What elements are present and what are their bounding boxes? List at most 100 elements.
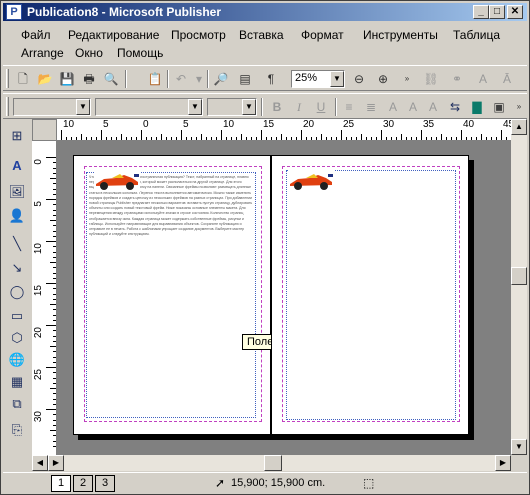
- form-control-icon[interactable]: ▦: [6, 371, 28, 393]
- open-icon[interactable]: 📂: [35, 69, 55, 89]
- menu-file[interactable]: Файл: [17, 26, 55, 44]
- autoshapes-icon[interactable]: ⬡: [6, 327, 28, 349]
- style-icon[interactable]: Ā: [497, 69, 517, 89]
- shadow-icon[interactable]: ▣: [489, 97, 509, 117]
- cursor-position-icon: ➚: [215, 476, 226, 490]
- picture-frame-icon[interactable]: 🖼: [6, 181, 28, 203]
- menu-window[interactable]: Окно: [71, 44, 107, 62]
- clip-art-icon[interactable]: 👤: [6, 205, 28, 227]
- toolbar-overflow-icon[interactable]: »: [397, 69, 417, 89]
- paste-icon[interactable]: 📋: [145, 69, 165, 89]
- bold-button[interactable]: B: [267, 97, 287, 117]
- rectangle-tool-icon[interactable]: ▭: [6, 305, 28, 327]
- text-frame[interactable]: [286, 170, 456, 420]
- line-tool-icon[interactable]: ╲: [6, 233, 28, 255]
- undo-dropdown-icon[interactable]: ▾: [189, 69, 209, 89]
- chevron-down-icon[interactable]: ▼: [242, 99, 256, 115]
- new-icon[interactable]: 🗋: [13, 69, 33, 89]
- italic-button[interactable]: I: [289, 97, 309, 117]
- menu-help[interactable]: Помощь: [113, 44, 167, 62]
- oval-tool-icon[interactable]: ◯: [6, 281, 28, 303]
- menu-edit[interactable]: Редактирование: [64, 26, 163, 44]
- align-left-icon[interactable]: ≡: [339, 97, 359, 117]
- arrow-tool-icon[interactable]: ↘: [6, 257, 28, 279]
- ruler-tick: [466, 137, 467, 140]
- zoom-in-icon[interactable]: ⊕: [373, 69, 393, 89]
- toolbar-grip[interactable]: [6, 69, 9, 88]
- print-icon[interactable]: 🖶: [79, 69, 99, 89]
- race-car-image[interactable]: [94, 170, 140, 192]
- formatting-marks-icon[interactable]: ▤: [235, 69, 255, 89]
- font-size-select[interactable]: ▼: [207, 98, 257, 116]
- ruler-tick: [50, 220, 56, 221]
- ruler-tick: [481, 134, 482, 140]
- left-page[interactable]: Что же представляет собой многостранична…: [73, 155, 279, 435]
- vertical-ruler[interactable]: 0 5 10 15 20 25 30: [32, 141, 57, 455]
- font-grow-icon[interactable]: A: [383, 97, 403, 117]
- text-box-tool-icon[interactable]: A: [6, 155, 28, 177]
- chevron-down-icon[interactable]: ▼: [76, 99, 90, 115]
- save-icon[interactable]: 💾: [57, 69, 77, 89]
- page-tab-3[interactable]: 3: [95, 475, 115, 492]
- menu-view[interactable]: Просмотр: [167, 26, 230, 44]
- menu-format[interactable]: Формат: [297, 26, 348, 44]
- vertical-scrollbar[interactable]: ▲ ▼: [511, 119, 527, 455]
- scroll-up-button[interactable]: ▲: [511, 119, 527, 135]
- race-car-image[interactable]: [288, 170, 334, 192]
- scroll-thumb[interactable]: [511, 267, 527, 285]
- html-fragment-icon[interactable]: ⧉: [6, 393, 28, 415]
- ruler-corner[interactable]: [32, 119, 57, 141]
- ruler-label: 40: [463, 119, 475, 130]
- fill-color-icon[interactable]: ▇: [467, 97, 487, 117]
- pilcrow-icon[interactable]: ¶: [261, 69, 281, 89]
- ruler-tick: [486, 137, 487, 140]
- page-tab-1[interactable]: 1: [51, 475, 71, 492]
- chevron-down-icon[interactable]: ▼: [188, 99, 202, 115]
- ruler-tick: [446, 137, 447, 140]
- minimize-button[interactable]: _: [473, 5, 489, 19]
- align-center-icon[interactable]: ≣: [361, 97, 381, 117]
- style-select[interactable]: ▼: [13, 98, 91, 116]
- ruler-tick: [53, 335, 56, 337]
- page-tab-2[interactable]: 2: [73, 475, 93, 492]
- text-frame[interactable]: Что же представляет собой многостранична…: [86, 172, 256, 418]
- font-size-up-icon[interactable]: A: [423, 97, 443, 117]
- font-shrink-icon[interactable]: A: [403, 97, 423, 117]
- pointer-tool-icon[interactable]: ⊞: [6, 125, 28, 147]
- horizontal-scrollbar[interactable]: ◀ ▶ ▶: [32, 455, 511, 471]
- underline-button[interactable]: U: [311, 97, 331, 117]
- unlink-icon[interactable]: ⚭: [447, 69, 467, 89]
- zoom-out-icon[interactable]: ⊖: [349, 69, 369, 89]
- menu-table[interactable]: Таблица: [449, 26, 504, 44]
- font-select[interactable]: ▼: [95, 98, 203, 116]
- font-color-icon[interactable]: A: [473, 69, 493, 89]
- chevron-down-icon[interactable]: ▼: [330, 71, 344, 87]
- find-icon[interactable]: 🔎: [211, 69, 231, 89]
- scroll-right-button[interactable]: ▶: [48, 455, 64, 471]
- ruler-tick: [46, 199, 56, 200]
- scroll-thumb[interactable]: [264, 455, 282, 471]
- design-gallery-icon[interactable]: ⎘: [6, 419, 28, 441]
- zoom-select[interactable]: 25% ▼: [291, 70, 345, 88]
- title-bar[interactable]: P Publication8 - Microsoft Publisher _ □…: [3, 3, 527, 21]
- menu-insert[interactable]: Вставка: [235, 26, 288, 44]
- close-button[interactable]: ✕: [507, 5, 523, 19]
- hotspot-icon[interactable]: 🌐: [6, 349, 28, 371]
- link-icon[interactable]: ⛓: [421, 69, 441, 89]
- scroll-down-button[interactable]: ▼: [511, 439, 527, 455]
- ruler-tick: [291, 137, 292, 140]
- publication-workspace[interactable]: Что же представляет собой многостранична…: [57, 141, 511, 455]
- scroll-left-button[interactable]: ◀: [32, 455, 48, 471]
- scroll-right-end-button[interactable]: ▶: [495, 455, 511, 471]
- print-preview-icon[interactable]: 🔍: [101, 69, 121, 89]
- menu-tools[interactable]: Инструменты: [359, 26, 442, 44]
- line-spacing-icon[interactable]: ⇆: [445, 97, 465, 117]
- maximize-button[interactable]: □: [489, 5, 505, 19]
- toolbar-grip[interactable]: [6, 97, 9, 116]
- undo-icon[interactable]: ↶: [171, 69, 191, 89]
- publisher-icon[interactable]: P: [6, 4, 22, 20]
- horizontal-ruler[interactable]: 10 5 0 5 10 15 20 25 30 35 40 45: [57, 119, 511, 141]
- right-page[interactable]: [271, 155, 469, 435]
- menu-arrange[interactable]: Arrange: [17, 44, 68, 62]
- toolbar-overflow-icon[interactable]: »: [509, 97, 529, 117]
